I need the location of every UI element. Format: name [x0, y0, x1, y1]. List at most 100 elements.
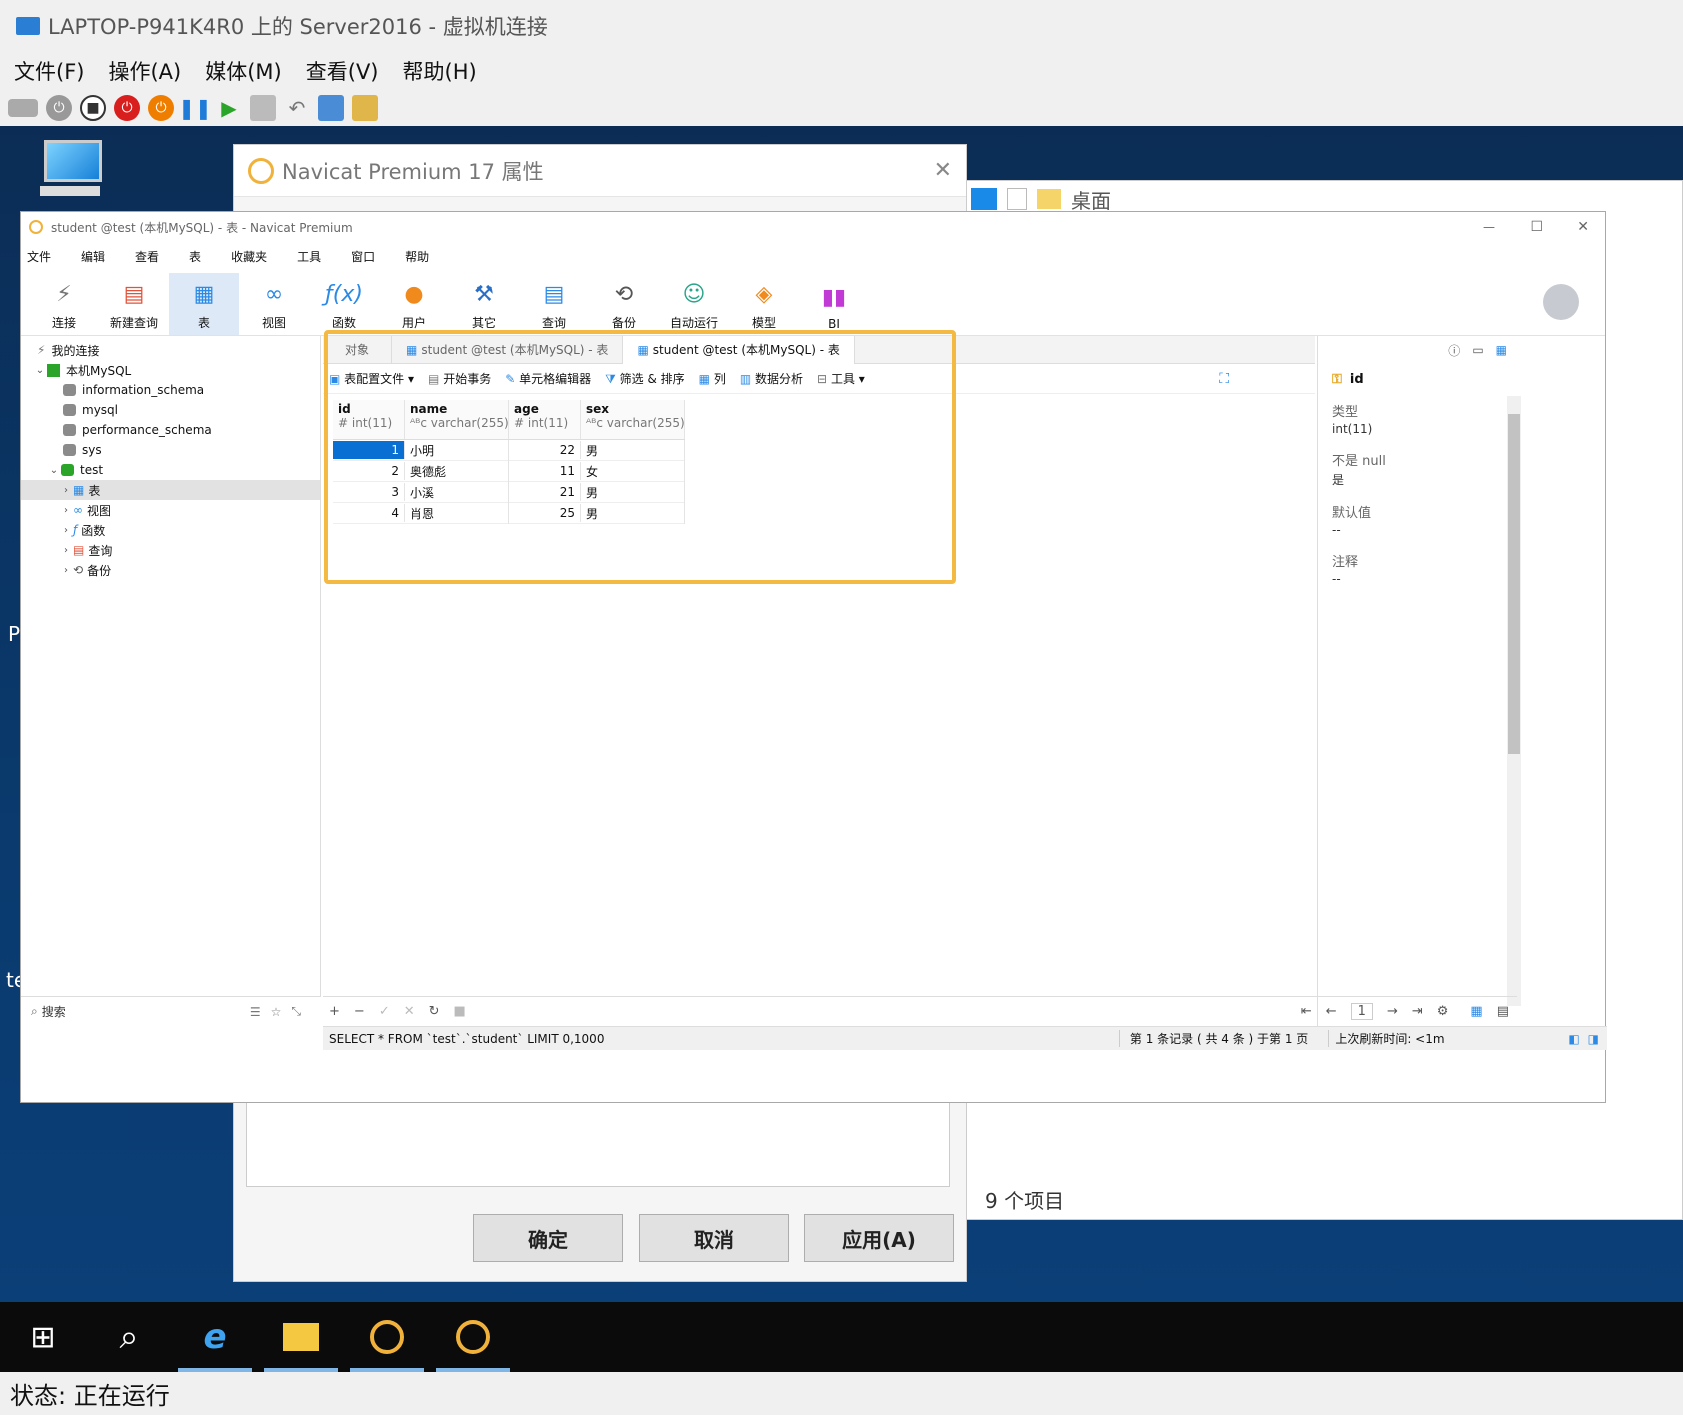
settings-icon[interactable]: ⚙ [1437, 1004, 1449, 1019]
turn-off-icon[interactable]: ■ [80, 95, 106, 121]
chevron-right-icon[interactable]: › [59, 545, 73, 556]
data-analysis-button[interactable]: ▥ 数据分析 [740, 370, 803, 387]
taskbar-ie[interactable]: e [172, 1302, 258, 1372]
tools-button[interactable]: ⊟ 工具 ▾ [817, 370, 865, 387]
toolbar-function-button[interactable]: ƒ(x) 函数 [309, 273, 379, 335]
revert-icon[interactable]: ↶ [284, 95, 310, 121]
cell-age[interactable]: 25 [509, 504, 581, 522]
toolbar-backup-button[interactable]: ⟲ 备份 [589, 273, 659, 335]
delete-record-icon[interactable]: − [354, 1004, 365, 1019]
cell-name[interactable]: 小明 [405, 439, 509, 461]
chevron-right-icon[interactable]: › [59, 525, 73, 536]
vm-menu-view[interactable]: 查看(V) [306, 56, 379, 86]
tree-db-information-schema[interactable]: information_schema [21, 380, 320, 400]
vm-menu-file[interactable]: 文件(F) [14, 56, 84, 86]
form-view-icon[interactable]: ▤ [1497, 1004, 1509, 1019]
discard-icon[interactable]: ✕ [404, 1004, 415, 1019]
filter-icon[interactable]: ☰ [250, 1005, 261, 1019]
panel-right-icon[interactable]: ◨ [1588, 1032, 1599, 1046]
table-row[interactable]: 2 奥德彪 11 女 [333, 460, 685, 482]
toolbar-other-button[interactable]: ⚒ 其它 [449, 273, 519, 335]
pause-icon[interactable]: ❚❚ [178, 95, 212, 121]
save-state-icon[interactable]: ⏻ [148, 95, 174, 121]
table-row[interactable]: 4 肖恩 25 男 [333, 502, 685, 524]
chevron-right-icon[interactable]: › [59, 565, 73, 576]
share-icon[interactable] [352, 95, 378, 121]
toolbar-table-button[interactable]: ▦ 表 [169, 273, 239, 335]
expand-icon[interactable]: ⛶ [1219, 371, 1229, 387]
layout-icon[interactable]: ▦ [1496, 343, 1507, 357]
taskbar-explorer[interactable] [258, 1302, 344, 1372]
checkpoint-icon[interactable] [250, 95, 276, 121]
menu-view[interactable]: 查看 [135, 248, 159, 265]
cell-editor-button[interactable]: ✎ 单元格编辑器 [505, 370, 591, 387]
close-icon[interactable]: ✕ [934, 158, 952, 183]
toolbar-automation-button[interactable]: ☺ 自动运行 [659, 273, 729, 335]
first-page-icon[interactable]: ⇤ [1301, 1004, 1312, 1019]
menu-help[interactable]: 帮助 [405, 248, 429, 265]
tree-test-tables[interactable]: › ▦ 表 [21, 480, 320, 500]
chevron-down-icon[interactable]: ⌄ [47, 465, 61, 476]
refresh-icon[interactable]: ↻ [429, 1004, 440, 1019]
tree-db-test[interactable]: ⌄ test [21, 460, 320, 480]
toolbar-bi-button[interactable]: ▮▮ BI [799, 273, 869, 335]
col-header-age[interactable]: age # int(11) [509, 400, 581, 439]
tree-connection[interactable]: ⌄ 本机MySQL [21, 360, 320, 380]
info-icon[interactable]: ⓘ [1448, 342, 1460, 359]
tree-test-views[interactable]: › ∞ 视图 [21, 500, 320, 520]
cell-name[interactable]: 小溪 [405, 481, 509, 503]
ddl-icon[interactable]: ▭ [1472, 343, 1483, 357]
menu-favorites[interactable]: 收藏夹 [231, 248, 267, 265]
apply-button[interactable]: 应用(A) [804, 1214, 954, 1262]
col-header-sex[interactable]: sex ᴬᴮc varchar(255) [581, 400, 685, 439]
vm-menu-action[interactable]: 操作(A) [108, 56, 181, 86]
sidebar-search[interactable]: ⌕ 搜索 ☰ ☆ ⤡ [21, 996, 321, 1026]
last-page-icon[interactable]: ⇥ [1412, 1004, 1423, 1019]
cell-id[interactable]: 2 [333, 462, 405, 480]
menu-file[interactable]: 文件 [27, 248, 51, 265]
cell-sex[interactable]: 男 [581, 502, 685, 524]
start-button[interactable]: ⊞ [0, 1302, 86, 1372]
cell-sex[interactable]: 男 [581, 439, 685, 461]
cell-sex[interactable]: 女 [581, 460, 685, 482]
filter-sort-button[interactable]: ⧩ 筛选 & 排序 [605, 370, 685, 387]
cell-age[interactable]: 22 [509, 441, 581, 459]
grid-view-icon[interactable]: ▦ [1470, 1004, 1482, 1019]
cancel-button[interactable]: 取消 [639, 1214, 789, 1262]
tree-test-queries[interactable]: › ▤ 查询 [21, 540, 320, 560]
taskbar-navicat-2[interactable] [430, 1302, 516, 1372]
panel-left-icon[interactable]: ◧ [1568, 1032, 1579, 1046]
toolbar-new-query-button[interactable]: ▤ 新建查询 [99, 273, 169, 335]
toolbar-connect-button[interactable]: ⚡ 连接 [29, 273, 99, 335]
tab-objects[interactable]: 对象 [323, 335, 393, 364]
cell-sex[interactable]: 男 [581, 481, 685, 503]
tree-root[interactable]: ⚡ 我的连接 [21, 340, 320, 360]
columns-button[interactable]: ▦ 列 [699, 370, 726, 387]
toolbar-user-button[interactable]: ● 用户 [379, 273, 449, 335]
tree-db-mysql[interactable]: mysql [21, 400, 320, 420]
star-icon[interactable]: ☆ [271, 1005, 282, 1019]
toolbar-view-button[interactable]: ∞ 视图 [239, 273, 309, 335]
menu-tools[interactable]: 工具 [297, 248, 321, 265]
cell-age[interactable]: 21 [509, 483, 581, 501]
apply-icon[interactable]: ✓ [379, 1004, 390, 1019]
taskbar-navicat-1[interactable] [344, 1302, 430, 1372]
tree-db-sys[interactable]: sys [21, 440, 320, 460]
this-pc-icon[interactable] [36, 140, 106, 202]
table-profile-button[interactable]: ▣ 表配置文件 ▾ [329, 370, 414, 387]
collapse-icon[interactable]: ⤡ [291, 1004, 301, 1019]
menu-edit[interactable]: 编辑 [81, 248, 105, 265]
tree-db-performance-schema[interactable]: performance_schema [21, 420, 320, 440]
vm-menu-media[interactable]: 媒体(M) [205, 56, 282, 86]
shutdown-icon[interactable]: ⏻ [114, 95, 140, 121]
vm-menu-help[interactable]: 帮助(H) [403, 56, 477, 86]
chevron-right-icon[interactable]: › [59, 485, 73, 496]
cell-id[interactable]: 3 [333, 483, 405, 501]
enhanced-session-icon[interactable] [318, 95, 344, 121]
col-header-id[interactable]: id # int(11) [333, 400, 405, 439]
close-window-icon[interactable]: ✕ [1577, 219, 1589, 235]
chevron-right-icon[interactable]: › [59, 505, 73, 516]
prev-page-icon[interactable]: ← [1326, 1004, 1337, 1019]
minimize-icon[interactable]: — [1483, 220, 1495, 234]
tab-student-1[interactable]: ▦ student @test (本机MySQL) - 表 [392, 335, 624, 364]
